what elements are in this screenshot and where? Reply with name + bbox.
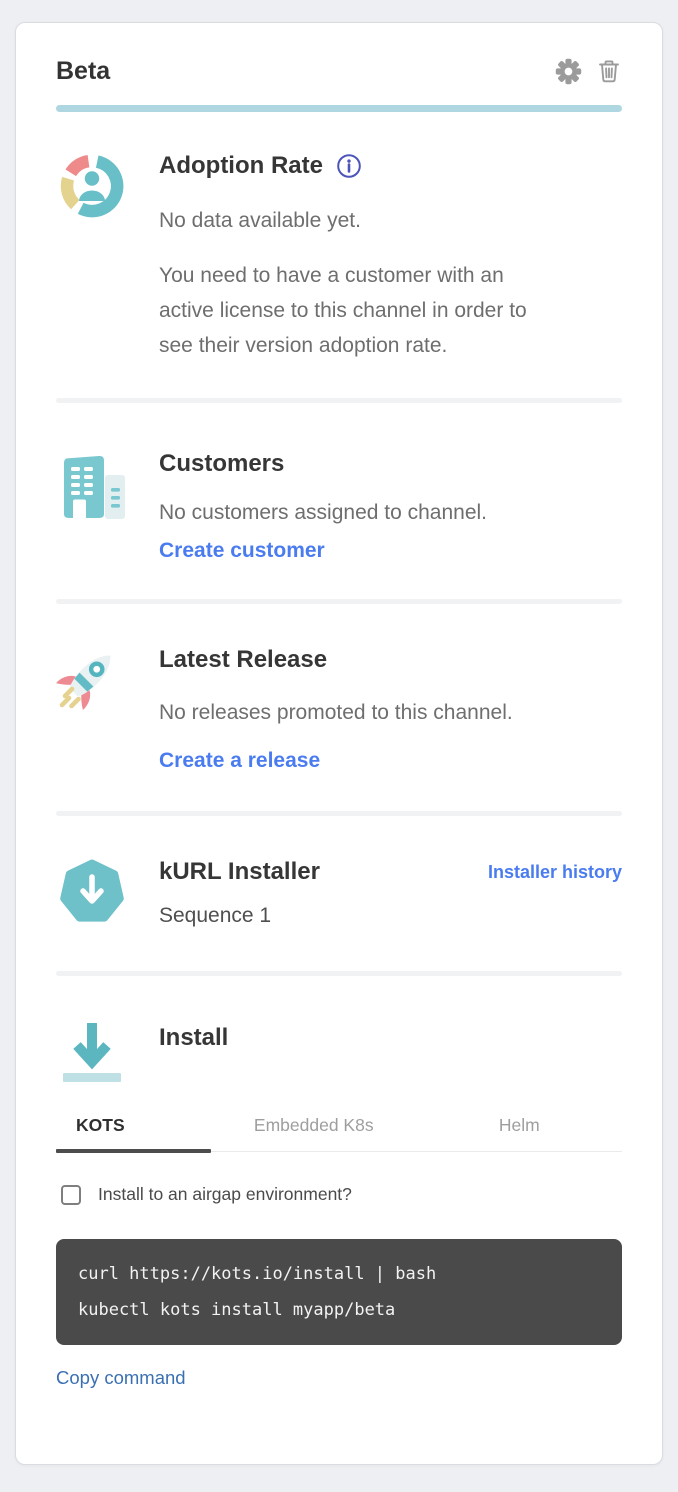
- donut-user-chart-icon: [56, 209, 128, 226]
- customers-title: Customers: [159, 448, 622, 480]
- adoption-empty-text: No data available yet.: [159, 206, 622, 236]
- customers-section: Customers No customers assigned to chann…: [56, 403, 622, 599]
- install-title: Install: [159, 1022, 622, 1054]
- trash-icon[interactable]: [596, 58, 622, 84]
- install-command-line: kubectl kots install myapp/beta: [78, 1292, 600, 1328]
- tab-helm[interactable]: Helm: [417, 1113, 623, 1151]
- install-tabs: KOTS Embedded K8s Helm: [56, 1113, 622, 1152]
- install-command-code: curl https://kots.io/install | bash kube…: [56, 1239, 622, 1345]
- adoption-description: You need to have a customer with an acti…: [159, 258, 561, 363]
- install-section: Install KOTS Embedded K8s Helm Install t…: [56, 976, 622, 1389]
- channel-name: Beta: [56, 53, 110, 89]
- tab-kots[interactable]: KOTS: [56, 1113, 211, 1151]
- info-circle-icon[interactable]: [336, 153, 362, 179]
- install-command-line: curl https://kots.io/install | bash: [78, 1256, 600, 1292]
- adoption-rate-section: Adoption Rate No data available yet. You…: [56, 112, 622, 398]
- tab-embedded-k8s[interactable]: Embedded K8s: [211, 1113, 417, 1151]
- adoption-rate-title: Adoption Rate: [159, 150, 323, 182]
- installer-sequence: Sequence 1: [159, 900, 622, 932]
- channel-card: Beta: [15, 22, 663, 1465]
- channel-accent-bar: [56, 105, 622, 112]
- installer-history-link[interactable]: Installer history: [488, 862, 622, 883]
- channel-actions: [555, 58, 622, 85]
- buildings-icon: [56, 507, 128, 524]
- customers-empty-text: No customers assigned to channel.: [159, 498, 622, 528]
- latest-release-empty-text: No releases promoted to this channel.: [159, 698, 622, 728]
- channel-card-header: Beta: [56, 23, 622, 89]
- copy-command-link[interactable]: Copy command: [56, 1367, 186, 1389]
- create-release-link[interactable]: Create a release: [159, 746, 320, 776]
- kurl-installer-title: kURL Installer: [159, 856, 320, 888]
- airgap-option-row: Install to an airgap environment?: [56, 1184, 622, 1205]
- airgap-checkbox[interactable]: [61, 1185, 81, 1205]
- latest-release-section: Latest Release No releases promoted to t…: [56, 604, 622, 811]
- gear-icon[interactable]: [555, 58, 582, 85]
- download-arrow-icon: [56, 1075, 128, 1092]
- latest-release-title: Latest Release: [159, 644, 622, 676]
- rocket-icon: [56, 703, 128, 720]
- heptagon-download-icon: [56, 915, 128, 932]
- airgap-checkbox-label: Install to an airgap environment?: [98, 1184, 352, 1205]
- create-customer-link[interactable]: Create customer: [159, 536, 325, 566]
- kurl-installer-section: kURL Installer Installer history Sequenc…: [56, 816, 622, 971]
